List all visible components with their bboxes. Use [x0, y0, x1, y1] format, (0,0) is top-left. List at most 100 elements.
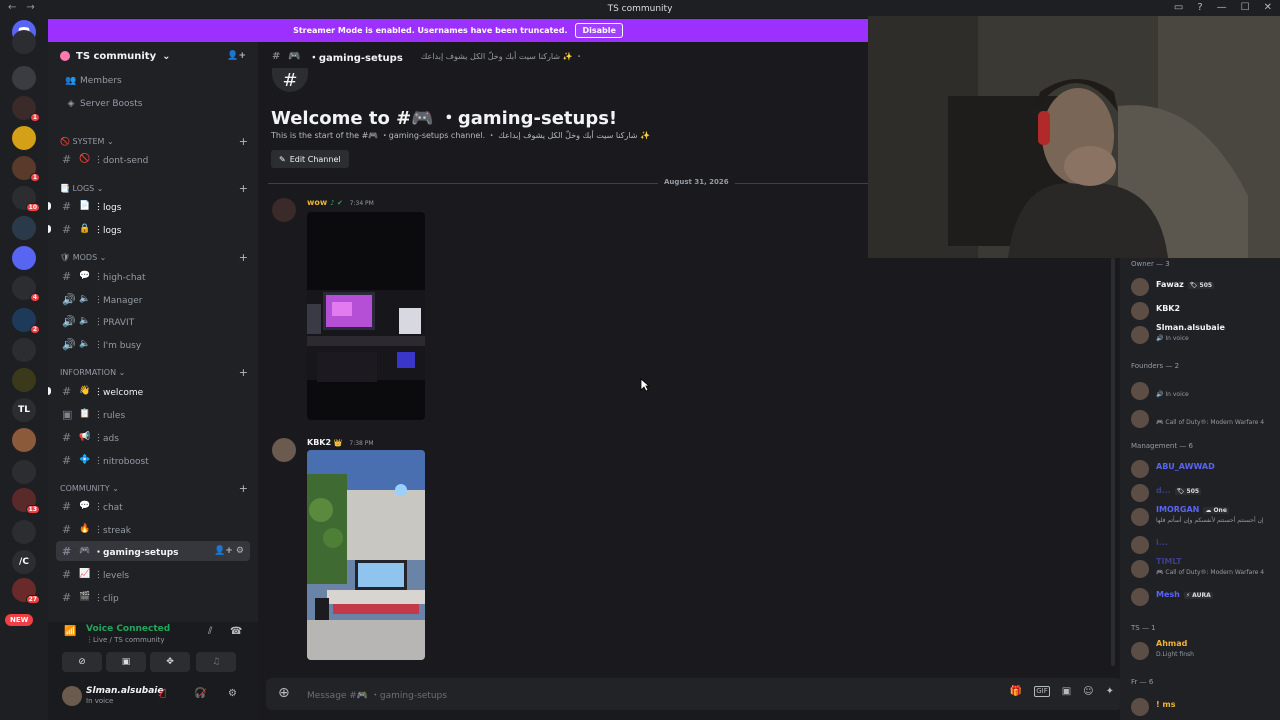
- server-icon[interactable]: [12, 30, 36, 54]
- server-icon[interactable]: 1: [12, 96, 40, 122]
- avatar[interactable]: [1131, 460, 1149, 478]
- channel-ads[interactable]: # 📢 ︙ads: [56, 427, 250, 447]
- message-composer[interactable]: ⊕ Message #🎮 ・gaming-setups 🎁 GIF ▣ ☺ ✦: [266, 678, 1122, 710]
- edit-channel-button[interactable]: ✎ Edit Channel: [271, 150, 349, 168]
- server-icon[interactable]: [12, 126, 36, 150]
- member-item[interactable]: d... 🏷 505: [1156, 486, 1202, 495]
- voice-title[interactable]: Voice Connected: [86, 624, 170, 634]
- voice-channel-manager[interactable]: 🔊 🔈 ︙Manager: [56, 289, 250, 309]
- add-attachment-icon[interactable]: ⊕: [278, 685, 290, 701]
- gear-icon[interactable]: ⚙: [228, 688, 237, 699]
- avatar[interactable]: [1131, 536, 1149, 554]
- category-mods[interactable]: 🛡 MODS ⌄ +: [60, 250, 248, 264]
- server-icon[interactable]: [12, 368, 36, 392]
- new-badge[interactable]: NEW: [5, 614, 34, 626]
- avatar[interactable]: [1131, 278, 1149, 296]
- channel-welcome[interactable]: # 👋 ︙welcome: [48, 381, 250, 401]
- server-icon[interactable]: 10: [12, 186, 40, 212]
- sidebar-item-server-boosts[interactable]: ◈ Server Boosts: [56, 94, 250, 114]
- voice-subtitle[interactable]: ︙Live / TS community: [86, 635, 165, 645]
- add-channel-icon[interactable]: +: [239, 182, 248, 195]
- channel-rules[interactable]: ▣ 📋 ︙rules: [56, 404, 250, 424]
- avatar[interactable]: [272, 198, 296, 222]
- signal-icon[interactable]: 📶: [64, 626, 76, 637]
- avatar[interactable]: [1131, 410, 1149, 428]
- soundboard-button[interactable]: ♫: [196, 652, 236, 672]
- emoji-icon[interactable]: ☺: [1083, 686, 1093, 697]
- category-system[interactable]: 🚫 SYSTEM ⌄ +: [60, 134, 248, 148]
- channel-settings-icon[interactable]: 👤+ ⚙: [214, 546, 244, 556]
- category-information[interactable]: INFORMATION ⌄ +: [60, 365, 248, 379]
- chat-scrollbar[interactable]: [1111, 258, 1115, 666]
- avatar[interactable]: [1131, 698, 1149, 716]
- avatar[interactable]: [1131, 508, 1149, 526]
- channel-gaming-setups[interactable]: # 🎮 ・gaming-setups 👤+ ⚙: [56, 541, 250, 561]
- server-header[interactable]: TS community ⌄ 👤+: [48, 42, 258, 70]
- minimize-button[interactable]: —: [1217, 2, 1227, 13]
- member-item[interactable]: TIMLT: [1156, 557, 1182, 566]
- maximize-button[interactable]: ☐: [1241, 2, 1250, 13]
- add-channel-icon[interactable]: +: [239, 251, 248, 264]
- avatar[interactable]: [62, 686, 82, 706]
- back-icon[interactable]: ←: [8, 2, 16, 13]
- voice-channel-im-busy[interactable]: 🔊 🔈 ︙I'm busy: [56, 334, 250, 354]
- member-item[interactable]: Ahmad: [1156, 639, 1187, 648]
- activities-button[interactable]: ✥: [150, 652, 190, 672]
- server-icon[interactable]: 2: [12, 308, 40, 334]
- disable-button[interactable]: Disable: [575, 23, 623, 38]
- category-logs[interactable]: 📑 LOGS ⌄ +: [60, 181, 248, 195]
- gift-icon[interactable]: 🎁: [1010, 686, 1022, 697]
- message-image-setup-dark[interactable]: [307, 212, 425, 420]
- channel-dont-send[interactable]: # 🚫 ︙dont-send: [56, 149, 250, 169]
- message-input[interactable]: Message #🎮 ・gaming-setups: [307, 688, 447, 701]
- message-author[interactable]: wow: [307, 198, 327, 207]
- member-item[interactable]: Fawaz 🏷 505: [1156, 280, 1215, 289]
- server-icon[interactable]: 27: [12, 578, 40, 604]
- sticker-icon[interactable]: ▣: [1062, 686, 1071, 697]
- member-item[interactable]: i...: [1156, 538, 1168, 547]
- channel-streak[interactable]: # 🔥 ︙streak: [56, 519, 250, 539]
- camera-off-button[interactable]: ⊘: [62, 652, 102, 672]
- deafened-icon[interactable]: 🎧̸: [194, 688, 206, 699]
- voice-channel-pravit[interactable]: 🔊 🔈 ︙PRAVIT: [56, 311, 250, 331]
- member-item[interactable]: ! ms: [1156, 700, 1176, 709]
- inbox-icon[interactable]: ▭: [1174, 2, 1183, 13]
- server-icon[interactable]: 4: [12, 276, 40, 302]
- help-icon[interactable]: ?: [1197, 2, 1202, 13]
- channel-high-chat[interactable]: # 💬 ︙high-chat: [56, 266, 250, 286]
- avatar[interactable]: [1131, 588, 1149, 606]
- member-item[interactable]: KBK2: [1156, 304, 1180, 313]
- avatar[interactable]: [272, 438, 296, 462]
- channel-clip[interactable]: # 🎬 ︙clip: [56, 587, 250, 607]
- server-icon[interactable]: TL: [12, 398, 36, 422]
- member-item[interactable]: Mesh ⚡ AURA: [1156, 590, 1213, 599]
- server-icon[interactable]: [12, 338, 36, 362]
- avatar[interactable]: [1131, 382, 1149, 400]
- avatar[interactable]: [1131, 484, 1149, 502]
- add-channel-icon[interactable]: +: [239, 366, 248, 379]
- invite-icon[interactable]: 👤+: [227, 51, 246, 61]
- gif-icon[interactable]: GIF: [1034, 686, 1050, 697]
- message-image-setup-light[interactable]: [307, 450, 425, 660]
- channel-topic[interactable]: شاركنا سيت أبك وخلّ الكل يشوف إبداعك ✨ ・: [421, 51, 583, 62]
- server-icon[interactable]: [12, 520, 36, 544]
- server-icon[interactable]: /C: [12, 550, 36, 574]
- server-icon[interactable]: [12, 246, 36, 270]
- server-icon[interactable]: [12, 216, 36, 240]
- screen-share-button[interactable]: ▣: [106, 652, 146, 672]
- add-channel-icon[interactable]: +: [239, 135, 248, 148]
- server-icon[interactable]: [12, 460, 36, 484]
- avatar[interactable]: [1131, 560, 1149, 578]
- channel-nitroboost[interactable]: # 💠 ︙nitroboost: [56, 450, 250, 470]
- channel-logs-2[interactable]: # 🔒 ︙logs: [48, 219, 250, 239]
- category-community[interactable]: COMMUNITY ⌄ +: [60, 481, 248, 495]
- mic-muted-icon[interactable]: 🎙̸: [160, 688, 166, 699]
- avatar[interactable]: [1131, 326, 1149, 344]
- close-button[interactable]: ✕: [1264, 2, 1272, 13]
- channel-chat[interactable]: # 💬 ︙chat: [56, 496, 250, 516]
- avatar[interactable]: [1131, 642, 1149, 660]
- member-item[interactable]: Slman.alsubaie: [1156, 323, 1225, 332]
- apps-icon[interactable]: ✦: [1106, 686, 1114, 697]
- disconnect-icon[interactable]: ☎: [230, 626, 242, 637]
- add-channel-icon[interactable]: +: [239, 482, 248, 495]
